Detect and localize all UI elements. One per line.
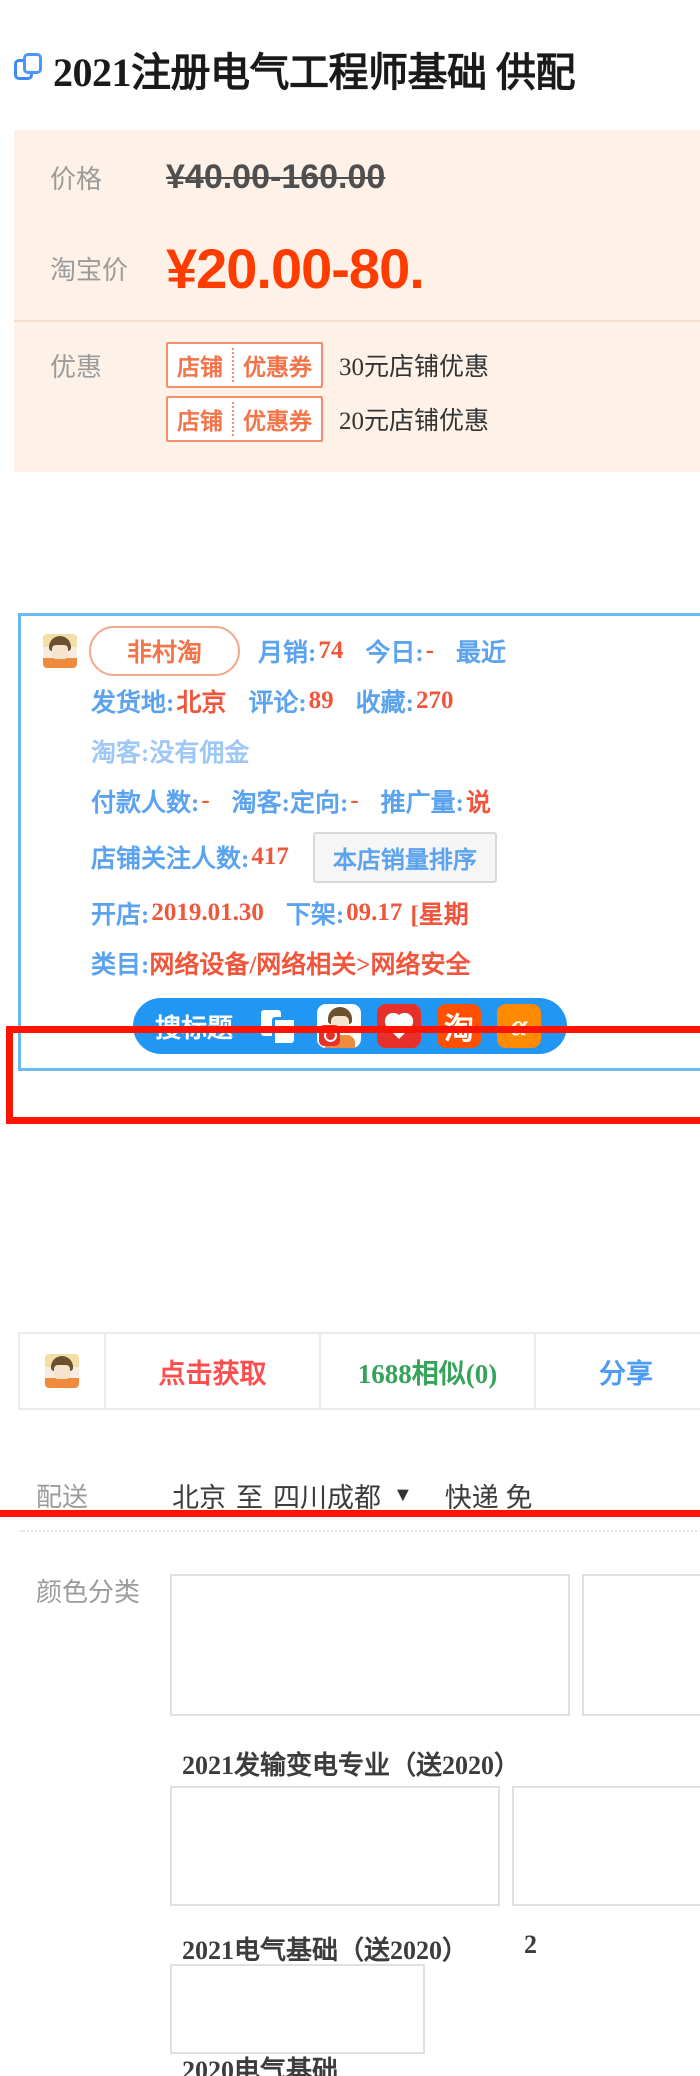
sku-caption: 2021电气基础（送2020） (182, 1936, 469, 1965)
sku-caption: 2020电气基础 (182, 2056, 339, 2076)
sku-swatch[interactable] (170, 1574, 570, 1716)
click-to-get-button[interactable]: 点击获取 (106, 1334, 321, 1408)
sku-swatch[interactable] (170, 1786, 500, 1906)
taobao-icon[interactable]: 淘 (437, 1004, 482, 1048)
delivery-from-city: 北京 (172, 1482, 226, 1513)
delivery-label: 配送 (36, 1482, 89, 1512)
comment-count-label: 评论: (248, 690, 307, 717)
ship-from-label: 发货地: (91, 690, 175, 717)
stats-row-sales: 非村淘 月销: 74 今日: - 最近 (21, 626, 700, 676)
payer-count-value: - (201, 787, 210, 814)
taobao-price-row: 淘宝价 ¥20.00-80. (14, 216, 700, 320)
stats-row-followers: 店铺关注人数: 417 本店销量排序 (21, 826, 700, 888)
seller-stats-card: 非村淘 月销: 74 今日: - 最近 发货地: 北京 评论: 89 收藏: 2… (18, 613, 700, 1071)
promotion-volume-label: 推广量: (380, 790, 464, 817)
monthly-sales-value: 74 (318, 637, 344, 664)
taobao-product-detail-page: 2021注册电气工程师基础 供配 价格 ¥40.00-160.00 淘宝价 ¥2… (0, 0, 700, 2076)
commission-text: 淘客:没有佣金 (91, 740, 250, 767)
sku-swatch[interactable] (170, 1964, 425, 2054)
coupon-description: 30元店铺优惠 (339, 354, 490, 381)
category-value[interactable]: 网络设备/网络相关>网络安全 (149, 945, 470, 981)
comment-count-value: 89 (308, 687, 334, 714)
delivery-to-city[interactable]: 四川成都 (273, 1476, 381, 1515)
stats-row-payers: 付款人数: - 淘客:定向: - 推广量: 说 (21, 776, 700, 826)
taobao-price-value: ¥20.00-80. (166, 236, 425, 300)
promo-label: 优惠 (50, 352, 103, 382)
coupon-row: 店铺 优惠券 20元店铺优惠 (14, 392, 700, 446)
stats-row-dates: 开店: 2019.01.30 下架: 09.17 [星期 (21, 888, 700, 938)
taoke-directed-value: - (350, 787, 359, 814)
original-price-value: ¥40.00-160.00 (166, 157, 386, 196)
coupon-description: 20元店铺优惠 (339, 408, 490, 435)
category-label: 类目: (91, 952, 150, 979)
chevron-down-icon[interactable]: ▼ (393, 1484, 413, 1507)
annotation-underline (0, 1510, 700, 1517)
delivery-shipping-method: 快递 免 (444, 1482, 533, 1513)
sku-swatch[interactable] (582, 1574, 700, 1716)
user-avatar-icon (45, 1354, 79, 1388)
heart-icon[interactable] (377, 1004, 422, 1048)
sku-caption: 2021发输变电专业（送2020） (182, 1751, 521, 1780)
offshelf-value: 09.17 (346, 899, 403, 926)
original-price-row: 价格 ¥40.00-160.00 (14, 138, 700, 216)
follower-count-label: 店铺关注人数: (91, 846, 250, 873)
coupon-badge-divider (232, 402, 234, 436)
offshelf-weekday: [星期 (410, 902, 469, 929)
coupon-badge-shop: 店铺 (177, 355, 223, 380)
sku-caption-partial: 2 (524, 1930, 537, 1959)
monthly-sales-label: 月销: (258, 640, 317, 667)
copy-duplicate-icon[interactable] (14, 53, 44, 85)
seller-avatar-icon (43, 634, 77, 668)
copy-document-icon[interactable] (257, 1004, 302, 1048)
favorite-count-value: 270 (416, 687, 454, 714)
ship-from-value: 北京 (176, 690, 227, 717)
coupon-badge-divider (232, 348, 234, 382)
1688-similar-button[interactable]: 1688相似(0) (321, 1334, 536, 1408)
shop-sales-rank-button[interactable]: 本店销量排序 (312, 831, 497, 883)
search-title-toolbar: 搜标题 淘 α (133, 998, 568, 1054)
coupon-badge[interactable]: 店铺 优惠券 (166, 342, 323, 388)
recent-label: 最近 (456, 640, 507, 667)
taobao-price-label: 淘宝价 (50, 255, 129, 285)
coupon-badge-coupon: 优惠券 (243, 355, 312, 380)
today-sales-value: - (425, 637, 434, 664)
delivery-to-word: 至 (236, 1482, 263, 1513)
coupon-badge-coupon: 优惠券 (243, 409, 312, 434)
delivery-divider (20, 1530, 700, 1532)
favorite-count-label: 收藏: (355, 690, 414, 717)
search-title-button[interactable]: 搜标题 (155, 1008, 233, 1045)
promotion-volume-value: 说 (465, 790, 491, 817)
product-title-row: 2021注册电气工程师基础 供配 (14, 40, 700, 98)
stats-row-location: 发货地: 北京 评论: 89 收藏: 270 (21, 676, 700, 726)
stats-row-category: 类目: 网络设备/网络相关>网络安全 (21, 938, 700, 988)
follower-count-value: 417 (251, 843, 289, 870)
seller-search-icon[interactable] (317, 1004, 362, 1048)
action-avatar-cell[interactable] (20, 1334, 106, 1408)
search-toolbar-row: 搜标题 淘 α (21, 998, 700, 1054)
coupon-badge-shop: 店铺 (177, 409, 223, 434)
sku-group-label: 颜色分类 (36, 1578, 141, 1607)
coupon-badge[interactable]: 店铺 优惠券 (166, 396, 323, 442)
sku-swatch[interactable] (512, 1786, 700, 1906)
coupon-row: 优惠 店铺 优惠券 30元店铺优惠 (14, 338, 700, 392)
shop-open-value: 2019.01.30 (151, 899, 264, 926)
share-button[interactable]: 分享 (536, 1334, 700, 1408)
coupon-block: 优惠 店铺 优惠券 30元店铺优惠 店铺 优惠券 20元店铺优惠 (14, 322, 700, 472)
original-price-label: 价格 (50, 164, 103, 194)
stats-row-commission: 淘客:没有佣金 (21, 726, 700, 776)
offshelf-label: 下架: (285, 902, 345, 929)
page-title: 2021注册电气工程师基础 供配 (53, 50, 576, 95)
action-bar: 点击获取 1688相似(0) 分享 (18, 1332, 700, 1410)
price-panel: 价格 ¥40.00-160.00 淘宝价 ¥20.00-80. 优惠 店铺 优惠… (14, 130, 700, 472)
taoke-directed-label: 淘客:定向: (231, 790, 349, 817)
payer-count-label: 付款人数: (91, 790, 200, 817)
shop-type-badge[interactable]: 非村淘 (89, 626, 241, 676)
alibaba-icon[interactable]: α (497, 1004, 542, 1048)
today-sales-label: 今日: (365, 640, 424, 667)
shop-open-label: 开店: (91, 902, 150, 929)
